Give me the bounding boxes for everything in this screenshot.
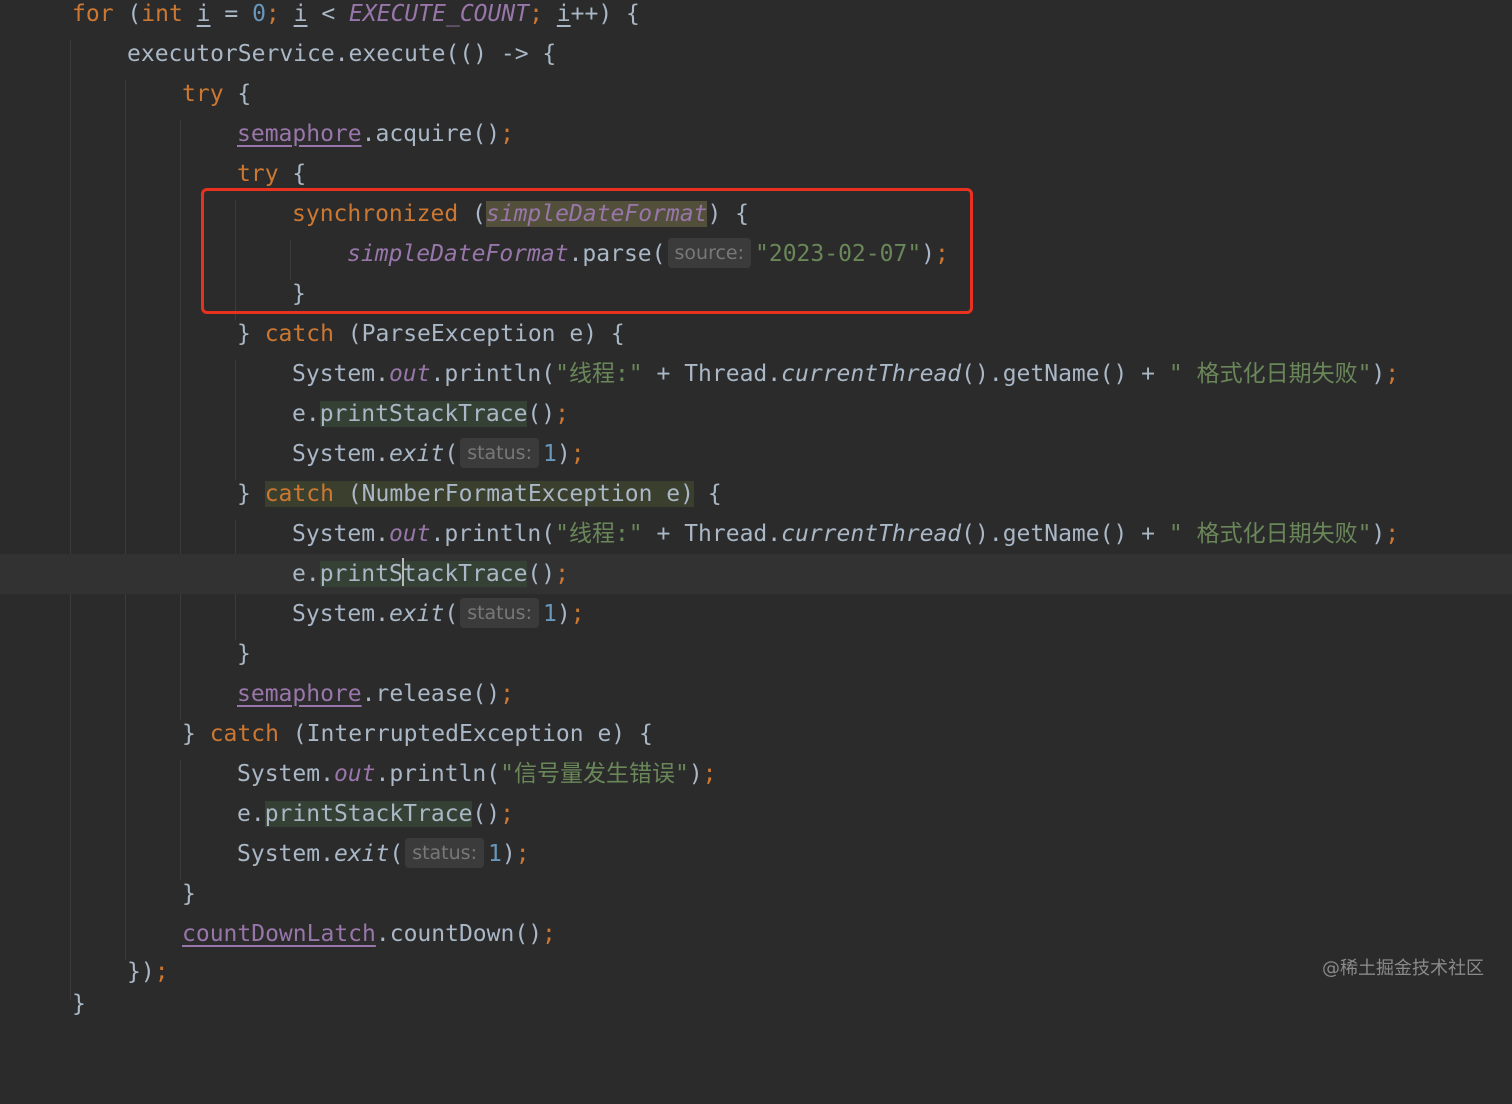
- code-line-4[interactable]: semaphore.acquire();: [0, 114, 1512, 154]
- code-line-11[interactable]: e.printStackTrace();: [0, 394, 1512, 434]
- string-literal: "信号量发生错误": [500, 761, 689, 787]
- parameter-hint: status:: [405, 838, 484, 868]
- highlight-annotation-box: [201, 188, 973, 314]
- code-line-13[interactable]: } catch (NumberFormatException e) {: [0, 474, 1512, 514]
- print-stack-trace-method: printStackTrace: [264, 801, 473, 827]
- execute-count-constant: EXECUTE_COUNT: [349, 1, 530, 27]
- code-line-26[interactable]: }: [0, 984, 1512, 1024]
- parameter-hint: status:: [460, 438, 539, 468]
- watermark: @稀土掘金技术社区: [1322, 958, 1484, 979]
- code-line-12[interactable]: System.exit(status: 1);: [0, 434, 1512, 474]
- string-literal: "线程:": [555, 361, 643, 387]
- code-line-1[interactable]: for (int i = 0; i < EXECUTE_COUNT; i++) …: [0, 0, 1512, 34]
- number-literal: 1: [542, 441, 557, 467]
- code-line-2[interactable]: executorService.execute(() -> {: [0, 34, 1512, 74]
- exit-method: exit: [388, 601, 445, 627]
- current-thread-method: currentThread: [781, 521, 962, 547]
- code-line-15-current[interactable]: e.printStackTrace();: [0, 554, 1512, 594]
- code-editor[interactable]: for (int i = 0; i < EXECUTE_COUNT; i++) …: [0, 0, 1512, 1017]
- code-line-22[interactable]: System.exit(status: 1);: [0, 834, 1512, 874]
- catch-keyword: catch: [264, 481, 334, 507]
- code-line-3[interactable]: try {: [0, 74, 1512, 114]
- loop-variable: i: [196, 1, 211, 27]
- catch-keyword: catch: [264, 321, 334, 347]
- number-literal: 1: [487, 841, 502, 867]
- code-line-18[interactable]: semaphore.release();: [0, 674, 1512, 714]
- executor-call: executorService.execute(() -> {: [127, 41, 557, 67]
- print-stack-trace-method: printStackTrace: [319, 401, 528, 427]
- number-literal: 0: [252, 1, 266, 27]
- code-line-24[interactable]: countDownLatch.countDown();: [0, 914, 1512, 954]
- exit-method: exit: [388, 441, 445, 467]
- semaphore-field: semaphore: [237, 121, 362, 147]
- for-keyword: for: [72, 1, 114, 27]
- code-line-9[interactable]: } catch (ParseException e) {: [0, 314, 1512, 354]
- code-line-20[interactable]: System.out.println("信号量发生错误");: [0, 754, 1512, 794]
- number-literal: 1: [542, 601, 557, 627]
- code-line-23[interactable]: }: [0, 874, 1512, 914]
- string-literal: " 格式化日期失败": [1168, 521, 1372, 547]
- catch-keyword: catch: [209, 721, 279, 747]
- code-line-14[interactable]: System.out.println("线程:" + Thread.curren…: [0, 514, 1512, 554]
- out-field: out: [333, 761, 376, 787]
- string-literal: " 格式化日期失败": [1168, 361, 1372, 387]
- loop-variable: i: [293, 1, 308, 27]
- out-field: out: [388, 361, 431, 387]
- semaphore-field: semaphore: [237, 681, 362, 707]
- code-line-19[interactable]: } catch (InterruptedException e) {: [0, 714, 1512, 754]
- out-field: out: [388, 521, 431, 547]
- exit-method: exit: [333, 841, 390, 867]
- code-line-10[interactable]: System.out.println("线程:" + Thread.curren…: [0, 354, 1512, 394]
- code-line-17[interactable]: }: [0, 634, 1512, 674]
- count-down-latch-field: countDownLatch: [182, 921, 376, 947]
- current-thread-method: currentThread: [781, 361, 962, 387]
- code-line-21[interactable]: e.printStackTrace();: [0, 794, 1512, 834]
- int-keyword: int: [141, 1, 183, 27]
- parameter-hint: status:: [460, 598, 539, 628]
- loop-variable: i: [556, 1, 571, 27]
- try-keyword: try: [182, 81, 224, 107]
- print-stack-trace-method: printStackTrace: [319, 558, 528, 587]
- try-keyword: try: [237, 161, 279, 187]
- string-literal: "线程:": [555, 521, 643, 547]
- code-line-16[interactable]: System.exit(status: 1);: [0, 594, 1512, 634]
